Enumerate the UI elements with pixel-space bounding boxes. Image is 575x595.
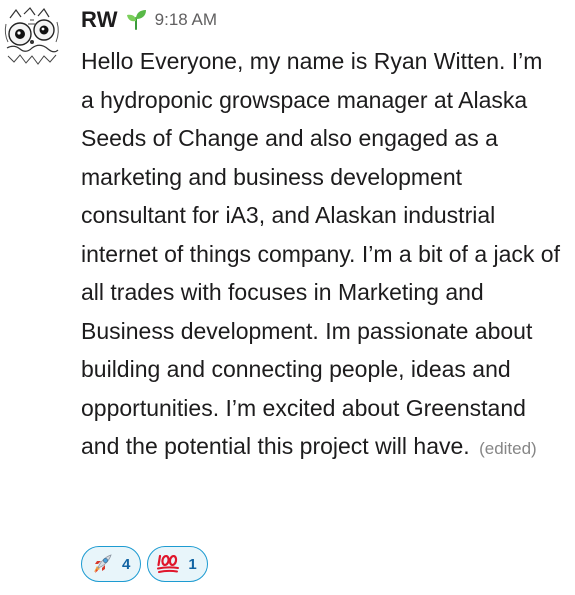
edited-label: (edited) [479, 439, 537, 458]
reaction-count: 1 [188, 555, 197, 573]
message-content: RW 9:18 AM Hello Everyone, my name is Ry… [81, 4, 561, 469]
avatar[interactable] [2, 4, 62, 68]
message-header: RW 9:18 AM [81, 4, 561, 36]
rocket-icon [90, 552, 114, 576]
reaction-hundred[interactable]: 1 [147, 546, 208, 582]
timestamp[interactable]: 9:18 AM [155, 10, 217, 30]
message-body: Hello Everyone, my name is Ryan Witten. … [81, 42, 561, 469]
sender-name[interactable]: RW [81, 7, 118, 33]
reactions-bar: 4 1 [81, 546, 208, 582]
hundred-points-icon [156, 552, 180, 576]
seedling-icon [125, 8, 147, 30]
reaction-count: 4 [122, 555, 131, 573]
message-text: Hello Everyone, my name is Ryan Witten. … [81, 48, 560, 459]
chat-message: RW 9:18 AM Hello Everyone, my name is Ry… [0, 0, 575, 595]
reaction-rocket[interactable]: 4 [81, 546, 142, 582]
